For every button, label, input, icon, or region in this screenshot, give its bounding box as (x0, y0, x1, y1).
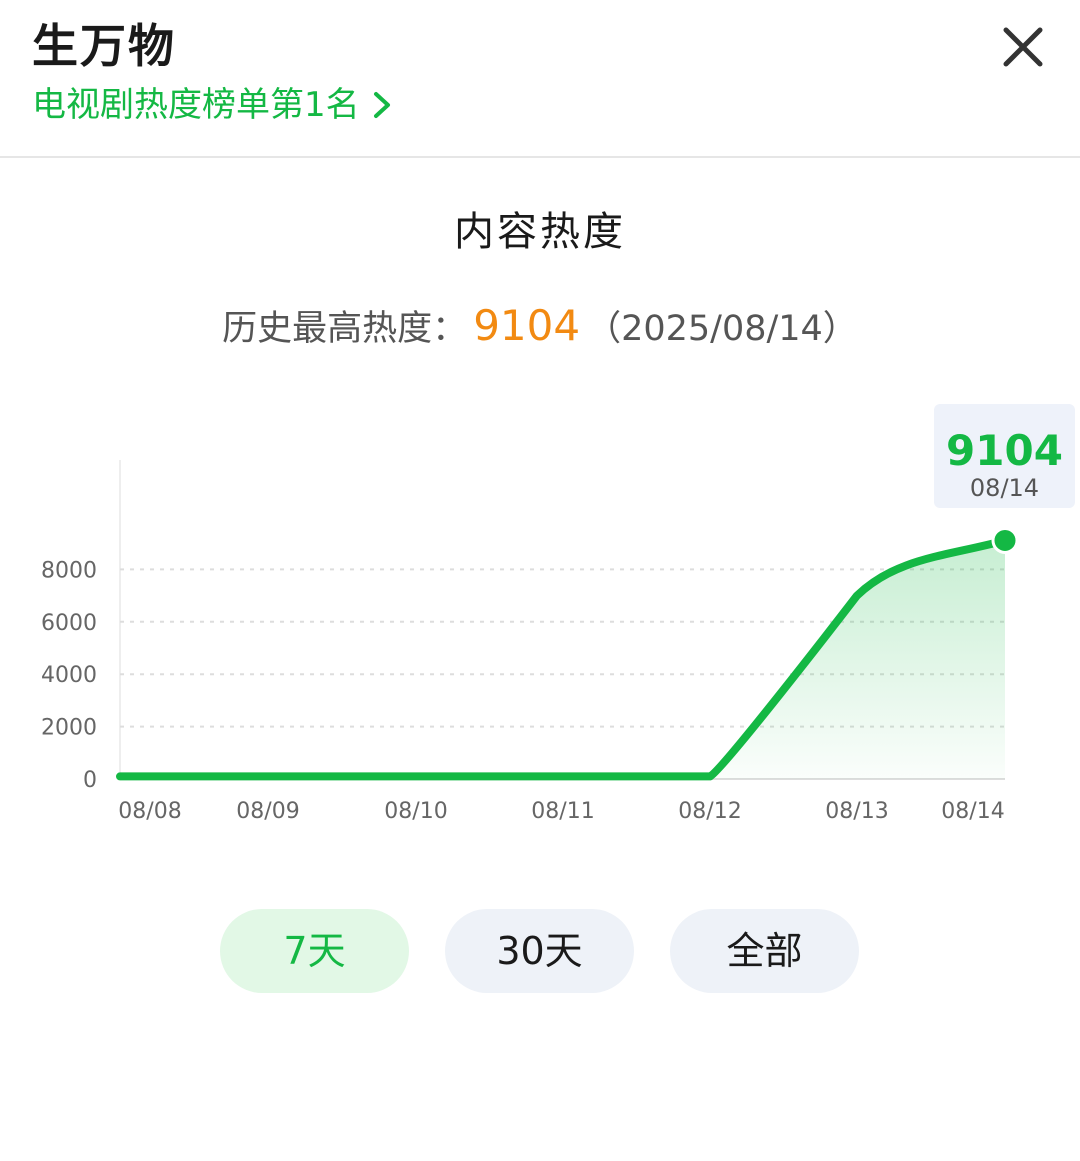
range-30-days-button[interactable]: 30天 (445, 909, 634, 993)
highlight-point[interactable] (991, 526, 1019, 554)
range-7-days-button[interactable]: 7天 (220, 909, 409, 993)
chevron-right-icon (373, 92, 390, 118)
chart-tooltip: 9104 08/14 (934, 404, 1075, 508)
rank-link-label: 电视剧热度榜单第1名 (32, 85, 360, 125)
heat-chart: 0 2000 4000 6000 8000 08/08 08/09 08/10 08/11 08… (41, 460, 1019, 824)
show-title: 生万物 (32, 19, 176, 73)
tooltip-date: 08/14 (969, 474, 1040, 502)
peak-heat-line: 历史最高热度： 9104 （2025/08/14） (0, 296, 1080, 365)
y-tick-label: 6000 (41, 611, 97, 636)
close-button[interactable] (996, 20, 1050, 74)
y-tick-label: 4000 (41, 663, 97, 688)
range-all-button[interactable]: 全部 (670, 909, 859, 993)
header-divider (0, 156, 1080, 158)
x-tick-label: 08/08 (118, 799, 181, 824)
range-selector: 7天 30天 全部 (220, 909, 860, 993)
rank-link[interactable]: 电视剧热度榜单第1名 (32, 80, 394, 130)
y-tick-label: 2000 (41, 716, 97, 741)
peak-heat-date: （2025/08/14） (586, 309, 858, 349)
y-tick-label: 8000 (41, 558, 97, 583)
x-tick-label: 08/13 (825, 799, 888, 824)
tooltip-value: 9104 (946, 426, 1063, 475)
peak-heat-value: 9104 (473, 301, 581, 350)
peak-heat-label: 历史最高热度： (222, 309, 468, 349)
y-tick-label: 0 (83, 768, 97, 793)
header: 生万物 电视剧热度榜单第1名 (0, 0, 1080, 157)
x-tick-label: 08/14 (941, 799, 1004, 824)
x-tick-label: 08/09 (236, 799, 299, 824)
heat-panel: 生万物 电视剧热度榜单第1名 内容热度 历史最高热度： 9104 （2025/08/… (0, 0, 1080, 1161)
x-tick-label: 08/12 (678, 799, 741, 824)
x-tick-label: 08/11 (531, 799, 594, 824)
series-area (120, 540, 1005, 779)
x-tick-label: 08/10 (384, 799, 447, 824)
close-icon (1003, 27, 1043, 67)
section-title: 内容热度 (454, 209, 626, 255)
